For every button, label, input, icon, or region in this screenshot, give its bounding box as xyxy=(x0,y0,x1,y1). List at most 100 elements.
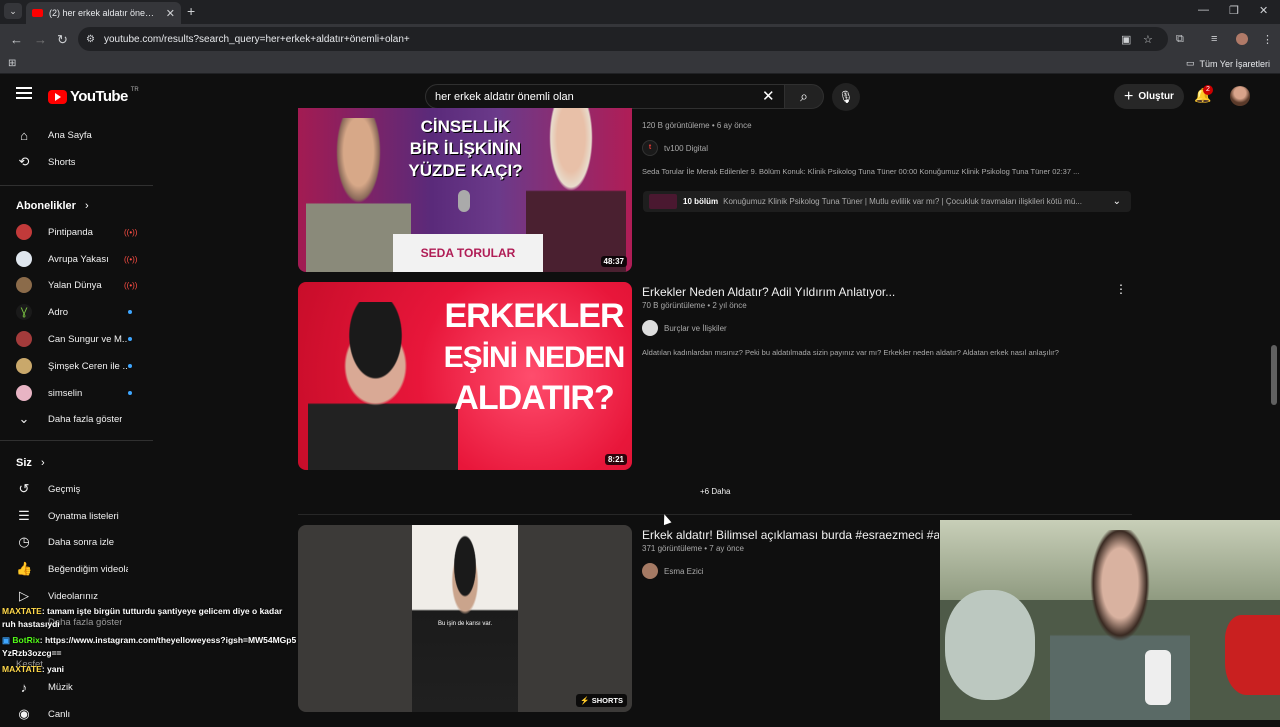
sidebar-item-live[interactable]: ◉ Canlı xyxy=(0,701,153,727)
all-bookmarks[interactable]: ▭ Tüm Yer İşaretleri xyxy=(1186,58,1270,69)
plush-toy xyxy=(945,590,1035,700)
sidebar-item-music[interactable]: ♪ Müzik xyxy=(0,674,153,700)
close-window-icon[interactable]: ✕ xyxy=(1259,4,1268,17)
browser-tabbar: ⌄ (2) her erkek aldatır önemli olan ✕ + … xyxy=(0,0,1280,24)
new-content-dot xyxy=(128,310,132,314)
close-tab-icon[interactable]: ✕ xyxy=(166,7,175,20)
sidebar-sub-item[interactable]: Pintipanda ((•)) xyxy=(0,219,153,245)
restore-icon[interactable]: ❐ xyxy=(1229,4,1239,17)
minimize-icon[interactable]: — xyxy=(1198,4,1209,16)
video-thumbnail[interactable]: ERKEKLER EŞİNİ NEDEN ALDATIR? 8:21 xyxy=(298,282,632,470)
hamburger-menu-icon[interactable] xyxy=(16,87,32,99)
bookmark-star-icon[interactable]: ☆ xyxy=(1143,33,1153,46)
bot-icon: ▣ xyxy=(2,635,13,645)
address-bar[interactable]: youtube.com/results?search_query=her+erk… xyxy=(78,27,1168,51)
cast-icon[interactable]: ▣ xyxy=(1121,33,1131,46)
home-icon: ⌂ xyxy=(20,127,28,143)
sidebar-item-label: Canlı xyxy=(48,708,71,720)
subscriptions-heading[interactable]: Abonelikler › xyxy=(16,200,89,212)
channel-name: Esma Ezici xyxy=(664,566,704,576)
sidebar-sub-item[interactable]: Şimşek Ceren ile ... xyxy=(0,353,153,379)
extensions-icon[interactable]: ⧉ xyxy=(1176,33,1184,46)
more-actions-icon[interactable]: ⋮ xyxy=(1115,282,1127,296)
search-input[interactable]: her erkek aldatır önemli olan xyxy=(425,84,785,109)
account-avatar[interactable] xyxy=(1230,86,1250,106)
sidebar-sub-item[interactable]: Ɣ Adro xyxy=(0,299,153,325)
video-description: Seda Torular İle Merak Edilenler 9. Bölü… xyxy=(642,167,1080,176)
sidebar-item-playlists[interactable]: ☰ Oynatma listeleri xyxy=(0,503,153,529)
create-button[interactable]: + Oluştur xyxy=(1114,84,1184,109)
chapters-bar[interactable]: 10 bölüm Konuğumuz Klinik Psikolog Tuna … xyxy=(643,191,1131,212)
video-thumbnail[interactable]: CİNSELLİK BİR İLİŞKİNİN YÜZDE KAÇI? SEDA… xyxy=(298,108,632,272)
channel-avatar xyxy=(642,320,658,336)
microphone-icon xyxy=(458,190,470,212)
sidebar-item-home[interactable]: ⌂ Ana Sayfa xyxy=(0,122,153,148)
sidebar-item-liked[interactable]: 👍 Beğendiğim videolar xyxy=(0,556,153,582)
channel-link[interactable]: t tv100 Digital xyxy=(642,140,708,156)
search-button[interactable]: ⌕ xyxy=(784,84,824,109)
sidebar-show-more[interactable]: ⌄ Daha fazla göster xyxy=(0,406,153,432)
section-divider xyxy=(298,514,1132,515)
browser-tab[interactable]: (2) her erkek aldatır önemli olan ✕ xyxy=(26,2,181,24)
menu-dots-icon[interactable]: ⋮ xyxy=(1262,33,1273,46)
profile-icon[interactable] xyxy=(1236,33,1248,45)
chat-message: MAXTATE: yani xyxy=(2,663,298,676)
reload-icon[interactable]: ↻ xyxy=(57,32,68,48)
chat-text: : https://www.instagram.com/theyelloweye… xyxy=(2,635,297,658)
new-tab-button[interactable]: + xyxy=(187,3,195,19)
clear-search-icon[interactable]: ✕ xyxy=(762,87,775,105)
live-icon: ((•)) xyxy=(124,280,138,290)
music-icon: ♪ xyxy=(20,679,28,695)
thumbnail-footer: SEDA TORULAR xyxy=(393,234,543,272)
stream-chat-overlay: MAXTATE: tamam işte birgün tutturdu şant… xyxy=(2,605,298,676)
webcam-overlay xyxy=(940,520,1280,720)
youtube-logo[interactable]: YouTube TR xyxy=(48,87,139,105)
sidebar-item-label: Oynatma listeleri xyxy=(48,510,119,522)
sidebar-item-history[interactable]: ↺ Geçmiş xyxy=(0,476,153,502)
history-icon: ↺ xyxy=(18,481,30,496)
you-heading[interactable]: Siz › xyxy=(16,457,45,469)
site-info-icon[interactable]: ⚙ xyxy=(86,34,95,45)
search-icon: ⌕ xyxy=(800,88,808,104)
channel-avatar xyxy=(16,385,32,401)
back-icon[interactable]: ← xyxy=(10,32,23,47)
youtube-favicon-icon xyxy=(32,9,43,17)
chevron-down-icon[interactable]: ⌄ xyxy=(1113,196,1121,207)
tab-search-button[interactable]: ⌄ xyxy=(4,3,22,19)
sidebar-item-label: Adro xyxy=(48,306,69,318)
voice-search-button[interactable]: 🎙 xyxy=(832,83,860,111)
sidebar-item-label: Müzik xyxy=(48,681,73,693)
sidebar-item-label: Can Sungur ve M... xyxy=(48,333,128,345)
scrollbar-thumb[interactable] xyxy=(1271,345,1277,405)
video-duration: 8:21 xyxy=(604,454,627,465)
media-icon[interactable]: ≡ xyxy=(1211,33,1217,45)
shorts-thumbnail[interactable]: Bu işin de karısı var. ⚡ SHORTS xyxy=(298,525,632,712)
sidebar-sub-item[interactable]: Avrupa Yakası ((•)) xyxy=(0,246,153,272)
video-title[interactable]: Erkek aldatır! Bilimsel açıklaması burda… xyxy=(642,528,939,542)
channel-link[interactable]: Burçlar ve İlişkiler xyxy=(642,320,727,336)
video-meta: 120 B görüntüleme • 6 ay önce xyxy=(642,121,752,130)
chat-user: MAXTATE xyxy=(2,664,42,674)
video-title[interactable]: Erkekler Neden Aldatır? Adil Yıldırım An… xyxy=(642,285,1102,299)
chapter-thumbnail xyxy=(649,194,677,209)
thumbnail-line: CİNSELLİK xyxy=(420,117,511,136)
sidebar-sub-item[interactable]: Yalan Dünya ((•)) xyxy=(0,272,153,298)
video-icon: ▷ xyxy=(19,588,29,603)
apps-grid-icon[interactable]: ⊞ xyxy=(8,58,16,69)
forward-icon[interactable]: → xyxy=(34,32,47,47)
sidebar-item-watch-later[interactable]: ◷ Daha sonra izle xyxy=(0,529,153,555)
video-duration: 48:37 xyxy=(600,256,627,267)
divider xyxy=(0,185,153,186)
channel-link[interactable]: Esma Ezici xyxy=(642,563,704,579)
thumbnail-title: CİNSELLİK BİR İLİŞKİNİN YÜZDE KAÇI? xyxy=(393,116,538,182)
sidebar-sub-item[interactable]: simselin xyxy=(0,380,153,406)
video-meta: 371 görüntüleme • 7 ay önce xyxy=(642,544,744,553)
sidebar-item-shorts[interactable]: ⟲ Shorts xyxy=(0,149,153,175)
show-more-results-button[interactable]: +6 Daha xyxy=(700,487,730,496)
plus-icon: + xyxy=(1124,87,1134,105)
live-icon: ((•)) xyxy=(124,254,138,264)
mic-icon: 🎙 xyxy=(838,90,854,104)
bookmarks-bar: ⊞ ▭ Tüm Yer İşaretleri xyxy=(0,54,1280,74)
folder-icon: ▭ xyxy=(1185,58,1195,68)
sidebar-sub-item[interactable]: Can Sungur ve M... xyxy=(0,326,153,352)
